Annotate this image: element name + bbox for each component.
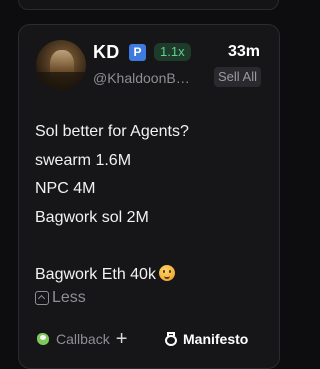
callback-button[interactable]: Callback + (35, 328, 128, 350)
plus-icon: + (115, 328, 128, 350)
post-time: 33m (227, 43, 260, 60)
avatar-shadow (36, 72, 86, 90)
post-card[interactable]: KD P 1.1x 33m @KhaldoonB… Sell All Sol b… (18, 24, 280, 369)
chevron-up-box-icon (35, 291, 49, 305)
sell-all-button[interactable]: Sell All (213, 67, 261, 87)
post-line: Bagwork sol 2M (35, 208, 149, 226)
post-line: Sol better for Agents? (35, 123, 189, 140)
callback-label: Callback (56, 331, 110, 347)
manifesto-button[interactable]: Manifesto (165, 331, 248, 347)
post-line: swearm 1.6M (35, 151, 132, 169)
author-name[interactable]: KD (93, 42, 119, 63)
collapse-toggle[interactable]: Less (35, 289, 86, 307)
author-handle[interactable]: @KhaldoonB… (93, 70, 199, 86)
manifesto-ring-icon (165, 332, 178, 346)
post-line-text: Bagwork Eth 40k (35, 265, 156, 283)
post-line-last: Bagwork Eth 40k (35, 261, 265, 290)
avatar[interactable] (36, 40, 86, 90)
previous-post-card (18, 0, 279, 10)
post-line-blank (35, 232, 265, 261)
callback-blob-icon (35, 331, 51, 347)
less-label: Less (52, 289, 86, 306)
multiplier-badge: 1.1x (154, 43, 191, 61)
grinning-face-icon (158, 264, 175, 281)
manifesto-label: Manifesto (183, 331, 249, 347)
post-line: NPC 4M (35, 180, 96, 197)
verified-badge-icon: P (129, 44, 146, 61)
post-body: Sol better for Agents? swearm 1.6M NPC 4… (35, 118, 265, 289)
